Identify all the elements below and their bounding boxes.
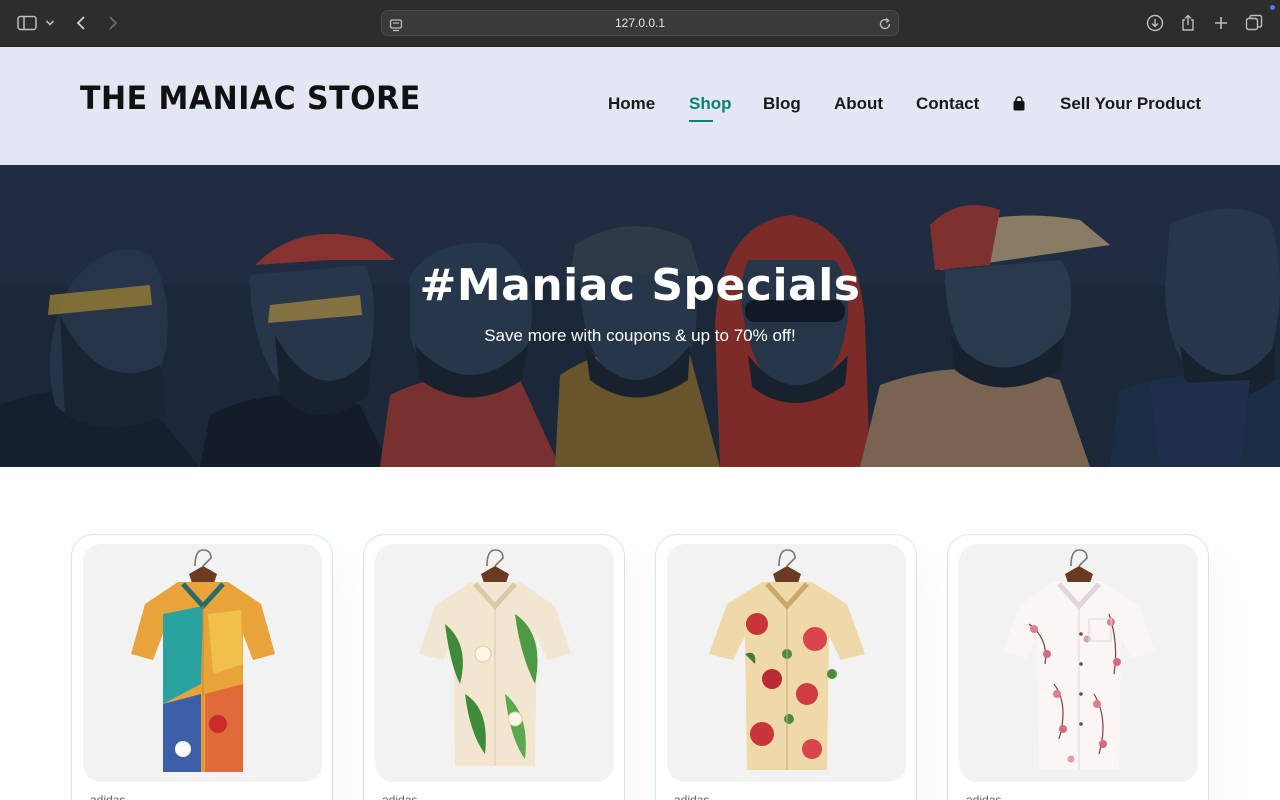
- url-text: 127.0.0.1: [614, 16, 666, 30]
- product-brand: adidas: [382, 793, 418, 800]
- nav-blog[interactable]: Blog: [763, 94, 801, 114]
- hero-banner: #Maniac Specials Save more with coupons …: [0, 165, 1280, 467]
- product-image[interactable]: [667, 544, 906, 782]
- chevron-down-icon[interactable]: [41, 12, 59, 34]
- product-card[interactable]: adidas: [947, 534, 1209, 800]
- hero-overlay: [0, 165, 1280, 467]
- address-bar[interactable]: 127.0.0.1: [381, 10, 899, 36]
- product-image[interactable]: [83, 544, 322, 782]
- nav-sell-your-product[interactable]: Sell Your Product: [1060, 94, 1201, 114]
- product-image[interactable]: [375, 544, 614, 782]
- new-tab-icon[interactable]: [1210, 12, 1232, 34]
- product-card[interactable]: adidas: [363, 534, 625, 800]
- product-image[interactable]: [959, 544, 1198, 782]
- reload-icon[interactable]: [878, 16, 892, 35]
- nav-home[interactable]: Home: [608, 94, 655, 114]
- product-brand: adidas: [966, 793, 1002, 800]
- download-icon[interactable]: [1144, 12, 1166, 34]
- store-logo[interactable]: THE MANIAC STORE: [80, 80, 421, 118]
- product-brand: adidas: [674, 793, 710, 800]
- shopping-bag-icon[interactable]: [1012, 96, 1026, 116]
- back-icon[interactable]: [70, 12, 92, 34]
- nav-about[interactable]: About: [834, 94, 883, 114]
- notification-dot: [1270, 5, 1275, 10]
- product-card[interactable]: adidas: [71, 534, 333, 800]
- site-header: THE MANIAC STORE Home Shop Blog About Co…: [0, 47, 1280, 165]
- nav-shop[interactable]: Shop: [689, 94, 732, 122]
- hero-subtitle: Save more with coupons & up to 70% off!: [484, 326, 796, 345]
- product-brand: adidas: [90, 793, 126, 800]
- nav-contact[interactable]: Contact: [916, 94, 979, 114]
- hero-title: #Maniac Specials: [419, 260, 861, 311]
- forward-icon[interactable]: [102, 12, 124, 34]
- tabs-overview-icon[interactable]: [1243, 12, 1265, 34]
- sidebar-icon[interactable]: [16, 12, 38, 34]
- share-icon[interactable]: [1177, 12, 1199, 34]
- product-grid: adidas adidas adidas adidas: [0, 467, 1280, 800]
- browser-toolbar: 127.0.0.1: [0, 0, 1280, 47]
- product-card[interactable]: adidas: [655, 534, 917, 800]
